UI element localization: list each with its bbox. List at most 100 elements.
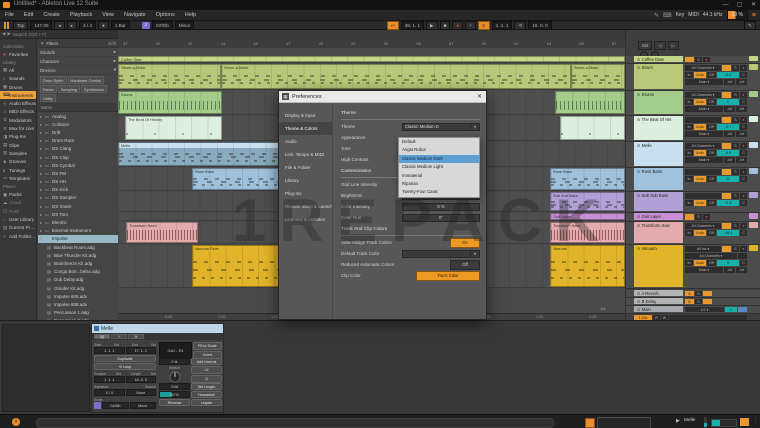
device-ds-tom[interactable]: ▸▭DS Tom bbox=[38, 210, 118, 218]
loop-start-field[interactable]: 1. 1. 1 bbox=[492, 21, 513, 30]
header-field[interactable]: Main ▾ bbox=[685, 106, 723, 112]
header-field[interactable]: S bbox=[732, 117, 739, 123]
header-field[interactable]: All Channels ▾ bbox=[685, 65, 721, 71]
sidebar-item-audio-effects[interactable]: ∿Audio Effects bbox=[0, 99, 36, 107]
sidebar-item-tunings[interactable]: ♯Tunings bbox=[0, 166, 36, 174]
orange-badge[interactable]: Auto bbox=[694, 260, 706, 266]
device-ds-clap[interactable]: ▸▭DS Clap bbox=[38, 153, 118, 161]
preset-impulse-808-adv[interactable]: ▤Impulse 808.adv bbox=[38, 300, 118, 308]
volume-field[interactable]: -36.4 bbox=[717, 230, 739, 236]
device-analog[interactable]: ▸▭Analog bbox=[38, 112, 118, 120]
menu-create[interactable]: Create bbox=[38, 10, 65, 20]
volume-field[interactable]: -6.3 bbox=[717, 72, 739, 78]
double-tempo-button[interactable]: ×2 bbox=[191, 366, 222, 374]
clip-vacuum[interactable]: Vacuum bbox=[550, 245, 625, 287]
overview-swatch[interactable] bbox=[749, 56, 758, 61]
clip-rose-bass[interactable]: Rose Bass bbox=[550, 168, 625, 190]
volume-field[interactable]: 0 bbox=[725, 307, 737, 312]
header-field[interactable]: In bbox=[685, 260, 693, 266]
track-header-sub-sub-bass[interactable]: ⊙ Sub Sub BassS●InAutoOff+1.8C bbox=[626, 192, 760, 213]
header-field[interactable]: In bbox=[685, 176, 693, 182]
orange-badge[interactable] bbox=[703, 291, 712, 296]
preset-impulse-606-adv[interactable]: ▤Impulse 606.adv bbox=[38, 292, 118, 300]
sidebar-item-cloud[interactable]: ☁Cloud bbox=[0, 199, 36, 207]
header-field[interactable]: -inf bbox=[724, 157, 735, 163]
header-field[interactable]: All Channels ▾ bbox=[685, 92, 721, 98]
device-ds-sampler[interactable]: ▸▭DS Sampler bbox=[38, 194, 118, 202]
clip-strum-a-matic[interactable]: Strum-a-Matic bbox=[571, 64, 625, 89]
arrangement-position-field[interactable]: 49. 1. 1 bbox=[401, 21, 424, 30]
humanize-button[interactable]: Humanize bbox=[191, 391, 222, 398]
volume-field[interactable]: 0 bbox=[717, 99, 739, 105]
main-track-header[interactable]: ⊙ Main1/2 ▾0 bbox=[626, 306, 760, 314]
clip-transform-seed[interactable]: Transform Seed bbox=[126, 222, 198, 243]
prefs-tab-library[interactable]: Library bbox=[279, 174, 332, 187]
preferences-title-bar[interactable]: ▦ Preferences ✕ bbox=[279, 91, 486, 103]
overview-swatch[interactable] bbox=[749, 64, 758, 70]
theme-option-default[interactable]: Default bbox=[399, 138, 479, 146]
forward-arrow-icon[interactable]: ▶ bbox=[7, 31, 10, 37]
menu-edit[interactable]: Edit bbox=[19, 10, 38, 20]
header-field[interactable]: All Channels ▾ bbox=[685, 223, 721, 229]
header-field[interactable]: Main ▾ bbox=[685, 131, 723, 137]
track-header-coffee-date[interactable]: ⊙ Coffee DateS● bbox=[626, 56, 760, 64]
quantization-menu[interactable]: 1 Bar bbox=[111, 21, 130, 30]
header-field[interactable]: Off bbox=[707, 200, 716, 206]
track-lane-strum[interactable]: Strum-a-MaticStrum-a-MaticStrum-a-Matic bbox=[118, 64, 625, 90]
header-field[interactable]: -inf bbox=[736, 131, 747, 137]
sidebar-item-sounds[interactable]: ♪Sounds bbox=[0, 75, 36, 83]
header-field[interactable]: In bbox=[685, 124, 693, 130]
browser-search[interactable]: ◀ ▶ Search (Ctrl + F) bbox=[0, 30, 118, 39]
clip-title-bar[interactable]: Melle bbox=[92, 324, 223, 333]
orange-badge[interactable]: Auto bbox=[694, 124, 706, 130]
color-select-default-track-color[interactable]: ▾ bbox=[402, 250, 480, 258]
dropdown-theme[interactable]: Classic Medium D▾ bbox=[402, 123, 480, 131]
header-field[interactable]: ● bbox=[703, 57, 710, 62]
prefs-tab-plug-ins[interactable]: Plug-Ins bbox=[279, 187, 332, 200]
clip-start-field[interactable]: 1. 1. 1 bbox=[94, 347, 125, 354]
device-electric[interactable]: ▸▭Electric bbox=[38, 218, 118, 226]
device-ds-kick[interactable]: ▸▭DS Kick bbox=[38, 186, 118, 194]
device-drift[interactable]: ▸▭Drift bbox=[38, 128, 118, 136]
header-field[interactable]: 1/2 ▾ bbox=[685, 307, 724, 312]
prefs-tab-audio[interactable]: Audio bbox=[279, 135, 332, 148]
sidebar-item-drums[interactable]: ▩Drums bbox=[0, 83, 36, 91]
prefs-tab-theme-colors[interactable]: Theme & Colors bbox=[279, 122, 332, 135]
prefs-tab-file-folder[interactable]: File & Folder bbox=[279, 161, 332, 174]
prefs-tab-link-tempo-midi[interactable]: Link, Tempo & MIDI bbox=[279, 148, 332, 161]
fit-to-scale-button[interactable]: Fit to Scale bbox=[193, 342, 222, 350]
signature-field[interactable]: 4 / 4 bbox=[94, 389, 125, 396]
header-field[interactable]: C bbox=[740, 260, 747, 266]
orange-badge[interactable]: Auto bbox=[694, 99, 706, 105]
preset-conga-bon-belso-adg[interactable]: ▤Conga Bon...belso.adg bbox=[38, 268, 118, 276]
clip-the-beat-of-his[interactable] bbox=[560, 116, 625, 140]
clip-sub-sub-bass[interactable]: Sub Sub Bass bbox=[550, 192, 625, 211]
metronome-toggle[interactable]: ● bbox=[98, 21, 109, 30]
preset-brainfreeze-kit-adg[interactable]: ▤Brainfreeze Kit.adg bbox=[38, 259, 118, 267]
orange-badge[interactable]: A bbox=[685, 291, 694, 296]
orange-badge[interactable] bbox=[722, 143, 731, 149]
orange-badge[interactable]: B bbox=[685, 299, 694, 304]
automation-arm-toggle[interactable]: ⊙ bbox=[478, 21, 490, 30]
header-field[interactable]: ● bbox=[740, 117, 747, 123]
header-field[interactable]: -inf bbox=[736, 106, 747, 112]
key-map-label[interactable]: Key bbox=[676, 12, 685, 18]
overview-swatch[interactable] bbox=[749, 222, 758, 228]
sidebar-item-templates[interactable]: ▭Templates bbox=[0, 174, 36, 182]
header-field[interactable] bbox=[738, 253, 747, 259]
legato-button[interactable]: Legato bbox=[191, 399, 222, 406]
menu-options[interactable]: Options bbox=[151, 10, 180, 20]
device-collision[interactable]: ▸▭Collision bbox=[38, 120, 118, 128]
orange-badge[interactable] bbox=[685, 214, 694, 220]
humanize-amount-field[interactable]: 50 % bbox=[159, 391, 190, 398]
orange-badge[interactable]: Auto bbox=[694, 72, 706, 78]
track-lane-coffee-date[interactable]: Coffee Date bbox=[118, 56, 625, 63]
track-header-rose-bass[interactable]: ⊙ Rose BassS●InAutoOff0C bbox=[626, 168, 760, 192]
volume-field[interactable]: 0 bbox=[717, 176, 739, 182]
clip-transform-seed[interactable]: Transform Seed bbox=[550, 222, 625, 243]
keyboard-icon[interactable]: ⌨ bbox=[663, 12, 672, 19]
orange-badge[interactable] bbox=[722, 223, 731, 229]
header-field[interactable]: All Channels ▾ bbox=[685, 253, 737, 259]
filter-group-devices[interactable]: Devices▾ bbox=[38, 66, 118, 75]
clip-drums[interactable]: Drums bbox=[118, 91, 222, 114]
